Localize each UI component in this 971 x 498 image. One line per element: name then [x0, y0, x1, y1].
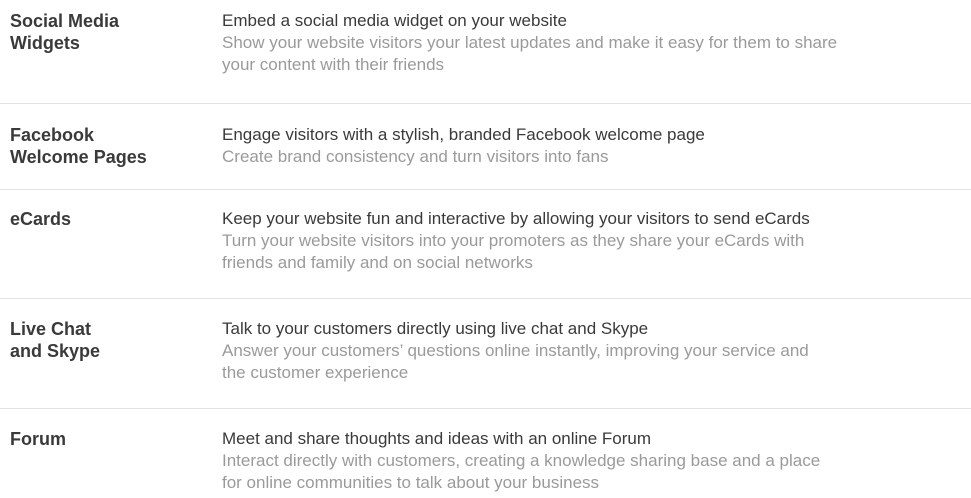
feature-body: Meet and share thoughts and ideas with a… — [222, 428, 967, 494]
feature-description: Turn your website visitors into your pro… — [222, 231, 805, 272]
feature-headline: Keep your website fun and interactive by… — [222, 209, 810, 228]
feature-title[interactable]: Forum — [10, 428, 200, 450]
feature-body: Keep your website fun and interactive by… — [222, 208, 967, 274]
divider — [0, 408, 971, 409]
feature-title[interactable]: eCards — [10, 208, 200, 230]
feature-description: Create brand consistency and turn visito… — [222, 147, 609, 166]
feature-list: Social Media Widgets Embed a social medi… — [0, 0, 971, 498]
feature-title[interactable]: Live Chat and Skype — [10, 318, 200, 362]
feature-title[interactable]: Social Media Widgets — [10, 10, 200, 54]
feature-description: Answer your customers’ questions online … — [222, 341, 809, 382]
feature-body: Talk to your customers directly using li… — [222, 318, 967, 384]
feature-body: Embed a social media widget on your webs… — [222, 10, 967, 76]
feature-description: Interact directly with customers, creati… — [222, 451, 821, 492]
divider — [0, 298, 971, 299]
divider — [0, 189, 971, 190]
feature-headline: Meet and share thoughts and ideas with a… — [222, 429, 652, 448]
feature-headline: Talk to your customers directly using li… — [222, 319, 649, 338]
feature-headline: Embed a social media widget on your webs… — [222, 11, 567, 30]
feature-title[interactable]: Facebook Welcome Pages — [10, 124, 200, 168]
divider — [0, 103, 971, 104]
feature-description: Show your website visitors your latest u… — [222, 33, 838, 74]
feature-headline: Engage visitors with a stylish, branded … — [222, 125, 705, 144]
feature-body: Engage visitors with a stylish, branded … — [222, 124, 967, 168]
